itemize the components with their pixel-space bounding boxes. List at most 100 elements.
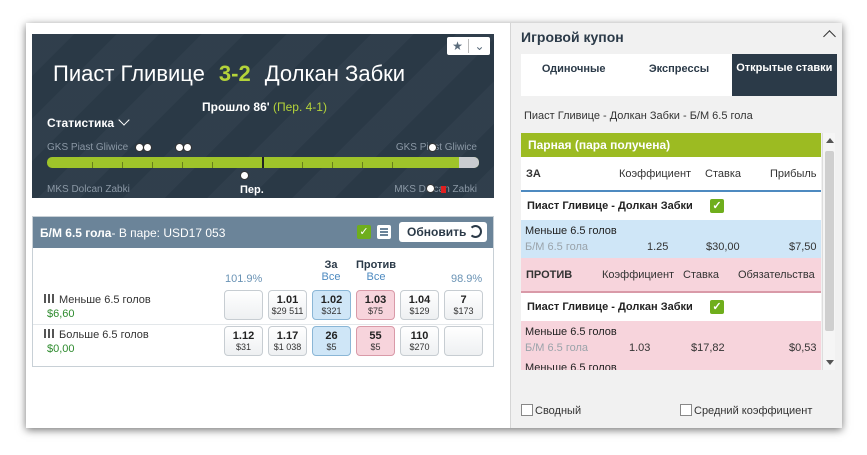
timeline-tick	[92, 162, 93, 168]
bet-selection: Меньше 6.5 голов	[525, 362, 617, 370]
timeline-tick	[332, 162, 333, 168]
back-label: За	[324, 259, 338, 271]
timeline-remaining	[459, 157, 479, 168]
market-title: Б/М 6.5 гола	[40, 225, 112, 240]
home-team: Пиаст Гливице	[53, 61, 205, 86]
summary-checkbox[interactable]: Сводный	[521, 404, 581, 417]
lay-bet-row[interactable]: Меньше 6.5 голов Б/М 6.5 гола 1.03 $17,8…	[521, 321, 821, 359]
match-time: Прошло 86' (Пер. 4-1)	[202, 100, 327, 114]
lay-all-link[interactable]: Все	[351, 271, 401, 283]
ball-icon	[428, 143, 437, 152]
lay-percentage: 98.9%	[451, 273, 483, 285]
back-section-header: ЗА Коэффициент Ставка Прибыль	[521, 157, 821, 192]
tab-singles[interactable]: Одиночные	[521, 54, 626, 96]
timeline-tick	[392, 162, 393, 168]
home-timeline-label: GKS Piast Gliwice	[47, 142, 129, 153]
selection-amount: $0,00	[47, 343, 75, 355]
statistics-toggle[interactable]: Статистика	[47, 114, 130, 130]
star-icon[interactable]: ★	[447, 39, 468, 53]
ball-icon	[183, 143, 192, 152]
list-icon[interactable]	[377, 225, 391, 239]
scroll-up-icon[interactable]	[826, 138, 834, 143]
half-time-marker	[262, 157, 264, 168]
col-liability: Обязательства	[738, 268, 815, 281]
chevron-down-icon	[118, 114, 130, 126]
selection-amount: $6,60	[47, 308, 75, 320]
refresh-button[interactable]: Обновить	[399, 222, 487, 242]
scroll-down-icon[interactable]	[826, 360, 834, 365]
odds-cell-lay-best[interactable]: 55 $5	[356, 326, 395, 356]
matched-check-icon: ✓	[710, 300, 724, 314]
timeline-tick	[362, 162, 363, 168]
match-score: 3-2	[218, 61, 251, 86]
bet-market: Б/М 6.5 гола	[525, 241, 589, 253]
checkbox-icon[interactable]	[521, 404, 533, 416]
timeline-tick	[122, 162, 123, 168]
odds-cell-lay-3[interactable]	[444, 326, 483, 356]
bet-selection: Меньше 6.5 голов	[525, 326, 617, 338]
odds-cell-back-3[interactable]: 1.12 $31	[224, 326, 263, 356]
timeline-tick	[302, 162, 303, 168]
market-pair-info: - В паре: USD17 053	[111, 225, 226, 240]
odds-cell-back-3[interactable]	[224, 290, 263, 320]
chevron-up-icon[interactable]	[823, 30, 836, 43]
odds-cell-back-2[interactable]: 1.17 $1 038	[268, 326, 307, 356]
matched-check-icon: ✓	[710, 199, 724, 213]
favorite-control[interactable]: ★ ⌄	[447, 37, 490, 55]
time-passed: Прошло 86'	[202, 100, 270, 114]
back-column-header: За Все	[315, 259, 347, 283]
lay-label: Против	[356, 259, 396, 271]
coupon-tabs: Одиночные Экспрессы Открытые ставки	[521, 54, 837, 96]
divider	[33, 324, 493, 325]
open-bets-panel: Парная (пара получена) ЗА Коэффициент Ст…	[521, 133, 821, 370]
ball-icon	[143, 143, 152, 152]
event-market-line[interactable]: Пиаст Гливице - Долкан Забки - Б/М 6.5 г…	[524, 110, 753, 122]
bet-selection: Меньше 6.5 голов	[525, 225, 617, 237]
back-bet-row[interactable]: Меньше 6.5 голов Б/М 6.5 гола 1.25 $30,0…	[521, 220, 821, 258]
bet-event: Пиаст Гливице - Долкан Забки ✓	[521, 293, 821, 321]
bet-stake: $17,82	[691, 342, 725, 354]
odds-cell-lay-2[interactable]: 1.04 $129	[400, 290, 439, 320]
lay-column-header: Против Все	[351, 259, 401, 283]
bet-event: Пиаст Гливице - Долкан Забки ✓	[521, 192, 821, 220]
ball-icon	[426, 184, 435, 193]
back-all-link[interactable]: Все	[315, 271, 347, 283]
refresh-label: Обновить	[407, 225, 467, 239]
col-odds: Коэффициент	[619, 167, 692, 180]
scroll-thumb[interactable]	[825, 151, 834, 331]
odds-cell-back-2[interactable]: 1.01 $29 511	[268, 290, 307, 320]
col-stake: Ставка	[705, 167, 741, 180]
refresh-icon	[469, 225, 482, 238]
chart-icon	[44, 294, 54, 303]
bet-liability: $0,53	[789, 342, 817, 354]
coupon-footer: Сводный Средний коэффициент	[521, 404, 812, 417]
tab-open-bets[interactable]: Открытые ставки	[731, 54, 837, 96]
checkbox-icon[interactable]: ✓	[357, 225, 371, 239]
lay-bet-row[interactable]: Меньше 6.5 голов	[521, 359, 821, 370]
chart-icon	[44, 329, 54, 338]
away-timeline-label: MKS Dolcan Zabki	[47, 184, 130, 195]
chevron-down-icon[interactable]: ⌄	[469, 39, 490, 53]
away-timeline-label-right: MKS Dolcan Zabki	[394, 184, 477, 195]
ball-icon	[240, 171, 249, 180]
odds-cell-lay-2[interactable]: 110 $270	[400, 326, 439, 356]
coupon-scrollbar[interactable]	[822, 133, 835, 370]
back-section-label: ЗА	[526, 167, 541, 180]
avg-odds-checkbox[interactable]: Средний коэффициент	[680, 404, 812, 417]
timeline-tick	[212, 162, 213, 168]
tab-accumulators[interactable]: Экспрессы	[626, 54, 731, 96]
odds-cell-back-best[interactable]: 26 $5	[312, 326, 351, 356]
odds-cell-lay-best[interactable]: 1.03 $75	[356, 290, 395, 320]
coupon-title: Игровой купон	[521, 29, 624, 45]
odds-cell-back-best[interactable]: 1.02 $321	[312, 290, 351, 320]
bet-profit: $7,50	[789, 241, 817, 253]
app-window: ★ ⌄ Пиаст Гливице 3-2 Долкан Забки Прошло …	[26, 23, 842, 428]
match-timeline	[47, 157, 479, 168]
timeline-tick	[152, 162, 153, 168]
odds-cell-lay-3[interactable]: 7 $173	[444, 290, 483, 320]
half-label: Пер.	[240, 184, 264, 196]
lay-section-header: ПРОТИВ Коэффициент Ставка Обязательства	[521, 258, 821, 293]
back-percentage: 101.9%	[225, 273, 263, 285]
checkbox-icon[interactable]	[680, 404, 692, 416]
red-card-icon	[441, 186, 446, 193]
